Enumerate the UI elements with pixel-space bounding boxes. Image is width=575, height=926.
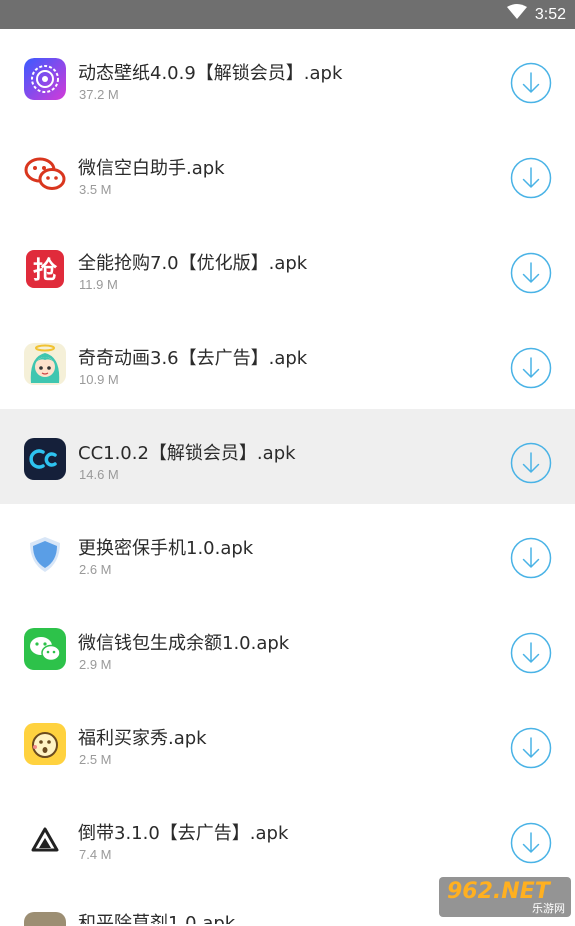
qiang-purchase-icon: 抢	[24, 248, 66, 290]
app-name: CC1.0.2【解锁会员】.apk	[78, 443, 296, 464]
apk-list: 动态壁纸4.0.9【解锁会员】.apk 37.2 M 微信空白助手.apk 3.…	[0, 29, 575, 926]
app-size: 14.6 M	[79, 467, 119, 482]
cc-logo-icon	[24, 438, 66, 480]
status-right: 3:52	[506, 0, 566, 29]
download-arrow-icon	[510, 537, 552, 579]
download-button[interactable]	[510, 822, 552, 864]
download-button[interactable]	[510, 62, 552, 104]
shield-icon	[24, 533, 66, 575]
app-size: 2.6 M	[79, 562, 112, 577]
download-button[interactable]	[510, 632, 552, 674]
app-name: 动态壁纸4.0.9【解锁会员】.apk	[78, 63, 343, 84]
download-button[interactable]	[510, 252, 552, 294]
list-item[interactable]: 倒带3.1.0【去广告】.apk 7.4 M	[0, 789, 575, 884]
list-item[interactable]: 抢 全能抢购7.0【优化版】.apk 11.9 M	[0, 219, 575, 314]
smiley-face-icon	[24, 723, 66, 765]
list-item[interactable]: 动态壁纸4.0.9【解锁会员】.apk 37.2 M	[0, 29, 575, 124]
download-arrow-icon	[510, 347, 552, 389]
app-name: 微信空白助手.apk	[78, 158, 225, 179]
download-arrow-icon	[510, 157, 552, 199]
list-item[interactable]: 微信空白助手.apk 3.5 M	[0, 124, 575, 219]
download-arrow-icon	[510, 62, 552, 104]
status-bar: 3:52	[0, 0, 575, 29]
app-size: 37.2 M	[79, 87, 119, 102]
live-wallpaper-icon	[24, 58, 66, 100]
download-button[interactable]	[510, 442, 552, 484]
app-size: 11.9 M	[79, 277, 118, 292]
download-arrow-icon	[510, 442, 552, 484]
list-item[interactable]: 微信钱包生成余额1.0.apk 2.9 M	[0, 599, 575, 694]
status-time: 3:52	[534, 5, 566, 23]
rewind-triangle-icon	[24, 818, 66, 860]
watermark-sub: 乐游网	[532, 902, 565, 915]
list-item[interactable]: 奇奇动画3.6【去广告】.apk 10.9 M	[0, 314, 575, 409]
app-name: 和平除草剂1.0.apk	[78, 913, 236, 924]
wechat-helper-icon	[24, 153, 66, 195]
list-item-selected[interactable]: CC1.0.2【解锁会员】.apk 14.6 M	[0, 409, 575, 504]
app-name: 全能抢购7.0【优化版】.apk	[78, 253, 308, 274]
list-item[interactable]: 福利买家秀.apk 2.5 M	[0, 694, 575, 789]
app-name: 奇奇动画3.6【去广告】.apk	[78, 348, 308, 369]
app-size: 2.5 M	[79, 752, 112, 767]
download-arrow-icon	[510, 252, 552, 294]
download-button[interactable]	[510, 347, 552, 389]
app-size: 7.4 M	[79, 847, 112, 862]
app-name: 福利买家秀.apk	[78, 728, 207, 749]
app-size: 10.9 M	[79, 372, 119, 387]
wifi-icon	[506, 4, 527, 25]
site-watermark-logo: 962.NET 乐游网	[439, 877, 571, 917]
list-item[interactable]: 更换密保手机1.0.apk 2.6 M	[0, 504, 575, 599]
download-arrow-icon	[510, 727, 552, 769]
app-name: 微信钱包生成余额1.0.apk	[78, 633, 290, 654]
app-icon-partial	[24, 912, 66, 926]
download-arrow-icon	[510, 822, 552, 864]
anime-character-icon	[24, 343, 66, 385]
app-name: 倒带3.1.0【去广告】.apk	[78, 823, 289, 844]
download-arrow-icon	[510, 632, 552, 674]
app-name: 更换密保手机1.0.apk	[78, 538, 254, 559]
download-button[interactable]	[510, 727, 552, 769]
app-size: 3.5 M	[79, 182, 112, 197]
download-button[interactable]	[510, 537, 552, 579]
app-size: 2.9 M	[79, 657, 112, 672]
download-button[interactable]	[510, 157, 552, 199]
wechat-icon	[24, 628, 66, 670]
svg-text:抢: 抢	[33, 256, 58, 284]
